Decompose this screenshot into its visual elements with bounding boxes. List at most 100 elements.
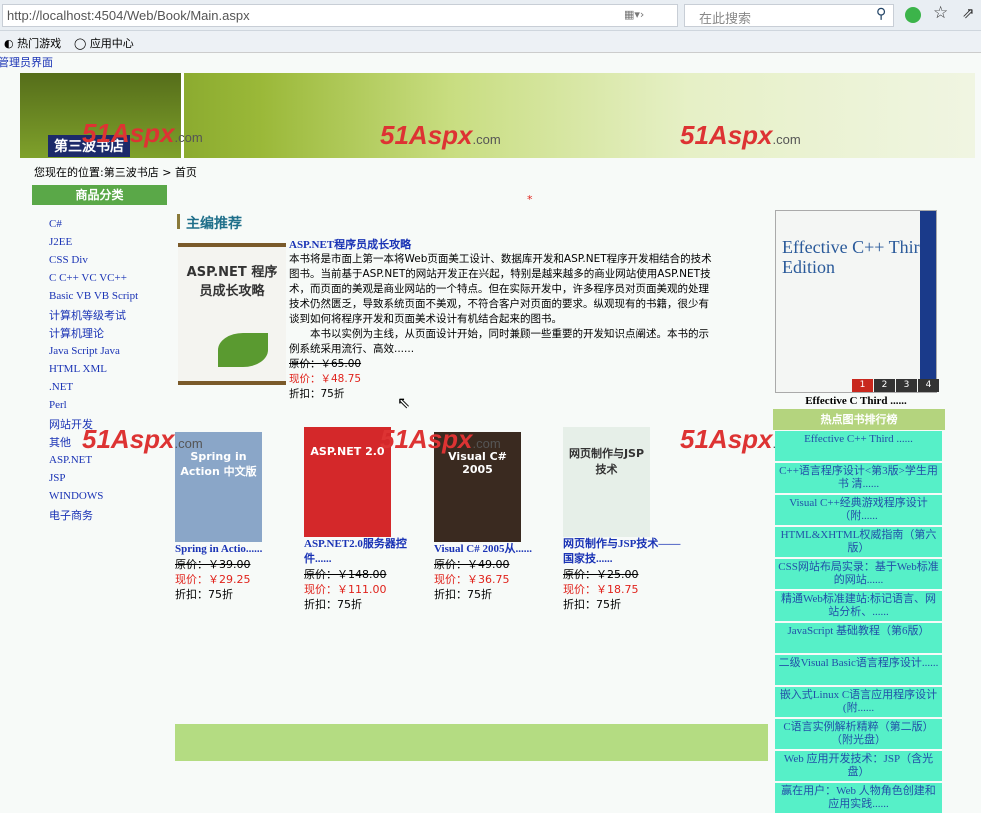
ranking-item[interactable]: Effective C++ Third ...... (775, 431, 942, 461)
category-link[interactable]: C# (49, 218, 62, 230)
bookmark-hot-games[interactable]: ◐ 热门游戏 (4, 35, 61, 51)
featured-cover[interactable]: ASP.NET 程序员成长攻略 (178, 243, 286, 385)
carousel-page-1[interactable]: 1 (852, 379, 873, 392)
current-price: 现价：￥29.25 (175, 573, 251, 586)
carousel-page-2[interactable]: 2 (874, 379, 895, 392)
category-link[interactable]: J2EE (49, 236, 72, 248)
featured-description-2: 本书以实例为主线，从页面设计开始，同时兼顾一些重要的开发知识点阐述。本书的示例系… (289, 328, 709, 355)
watermark: 51Aspx.com (380, 424, 501, 455)
ranking-item[interactable]: 嵌入式Linux C语言应用程序设计(附...... (775, 687, 942, 717)
ranking-item[interactable]: Visual C++经典游戏程序设计（附...... (775, 495, 942, 525)
book-title[interactable]: Visual C# 2005从...... (434, 542, 559, 557)
ranking-item[interactable]: 精通Web标准建站:标记语言、网站分析、...... (775, 591, 942, 621)
book-info: 网页制作与JSP技术——国家技...... 原价：￥25.00 现价：￥18.75 折… (563, 537, 688, 612)
category-link[interactable]: 电子商务 (49, 507, 93, 523)
address-bar[interactable]: http://localhost:4504/Web/Book/Main.aspx (2, 4, 678, 27)
browser-toolbar: http://localhost:4504/Web/Book/Main.aspx… (0, 0, 981, 31)
bookmark-label: 热门游戏 (17, 37, 62, 50)
category-link[interactable]: HTML XML (49, 363, 107, 375)
featured-description: 本书将是市面上第一本将Web页面美工设计、数据库开发和ASP.NET程序开发相结… (289, 253, 712, 325)
book-info: Visual C# 2005从...... 原价：￥49.00 现价：￥36.75 折… (434, 542, 559, 602)
carousel-cover-text: Effective C++ Third Edition (782, 237, 929, 277)
category-header: 商品分类 (32, 185, 167, 205)
section-marker (177, 214, 180, 229)
search-icon[interactable]: ⚲ (876, 6, 886, 22)
discount: 折扣：75折 (289, 388, 345, 400)
book-info: ASP.NET2.0服务器控件...... 原价：￥148.00 现价：￥111.0… (304, 537, 429, 612)
category-link[interactable]: Perl (49, 399, 67, 411)
watermark-text: 51Aspx (680, 120, 773, 150)
orig-price: 原价：￥39.00 (175, 558, 251, 571)
book-cover[interactable]: ASP.NET 2.0 (304, 427, 391, 537)
book-title[interactable]: ASP.NET2.0服务器控件...... (304, 537, 429, 567)
ranking-item[interactable]: 二级Visual Basic语言程序设计...... (775, 655, 942, 685)
carousel-page-3[interactable]: 3 (896, 379, 917, 392)
cover-text: 网页制作与JSP技术 (568, 447, 645, 476)
discount: 折扣：75折 (434, 588, 492, 601)
orig-price: 原价：￥49.00 (434, 558, 510, 571)
cover-text: ASP.NET 2.0 (310, 445, 385, 458)
category-link[interactable]: Java Script Java (49, 345, 120, 357)
carousel-image[interactable]: Effective C++ Third Edition (775, 210, 937, 393)
watermark-suffix: .com (772, 132, 801, 147)
bookmark-app-center[interactable]: ◯ 应用中心 (74, 35, 134, 51)
watermark-suffix: .com (472, 132, 501, 147)
category-link[interactable]: ASP.NET (49, 454, 92, 466)
footer-bar (175, 724, 768, 761)
watermark-text: 51Aspx (380, 424, 473, 454)
mouse-cursor: ⇖ (397, 393, 411, 412)
orig-price: 原价：￥25.00 (563, 568, 639, 581)
watermark: 51Aspx.com (380, 120, 501, 151)
carousel-pager: 1234 (852, 379, 940, 392)
watermark-suffix: .com (174, 436, 203, 451)
book-cover[interactable]: 网页制作与JSP技术 (563, 427, 650, 537)
ranking-item[interactable]: JavaScript 基础教程（第6版） (775, 623, 942, 653)
watermark-text: 51Aspx (380, 120, 473, 150)
book-title[interactable]: 网页制作与JSP技术——国家技...... (563, 537, 688, 567)
category-link[interactable]: CSS Div (49, 254, 88, 266)
discount: 折扣：75折 (175, 588, 233, 601)
carousel-page-4[interactable]: 4 (918, 379, 939, 392)
star-icon[interactable]: ☆ (933, 3, 948, 23)
watermark-suffix: .com (174, 130, 203, 145)
search-input[interactable]: 在此搜索 (684, 4, 894, 27)
ranking-item[interactable]: C语言实例解析精粹（第二版）（附光盘） (775, 719, 942, 749)
cover-text: ASP.NET 程序员成长攻略 (186, 265, 278, 299)
category-link[interactable]: C C++ VC VC++ (49, 272, 127, 284)
category-link[interactable]: WINDOWS (49, 490, 103, 502)
bookmark-label: 应用中心 (89, 37, 134, 50)
breadcrumb: 您现在的位置:第三波书店 > 首页 (34, 166, 197, 179)
watermark: 51Aspx.com (82, 424, 203, 455)
cover-spine (920, 211, 936, 392)
orig-price: 原价：￥65.00 (289, 358, 362, 370)
category-link[interactable]: Basic VB VB Script (49, 290, 138, 302)
orig-price: 原价：￥148.00 (304, 568, 387, 581)
ranking-item[interactable]: C++语言程序设计<第3版>学生用书 清...... (775, 463, 942, 493)
bookmarks-bar: ◐ 热门游戏 ◯ 应用中心 (0, 31, 981, 53)
book-title[interactable]: Spring in Actio...... (175, 542, 300, 557)
category-link[interactable]: 计算机理论 (49, 325, 104, 341)
watermark-suffix: .com (472, 436, 501, 451)
current-price: 现价：￥111.00 (304, 583, 387, 596)
carousel-caption[interactable]: Effective C Third ...... (775, 395, 937, 407)
category-link[interactable]: 计算机等级考试 (49, 307, 126, 323)
share-icon[interactable]: ⇗ (962, 4, 975, 22)
wechat-icon[interactable] (905, 7, 921, 23)
category-link[interactable]: .NET (49, 381, 73, 393)
category-link[interactable]: JSP (49, 472, 66, 484)
ranking-item[interactable]: Web 应用开发技术：JSP（含光盘） (775, 751, 942, 781)
category-link[interactable]: 其他 (49, 434, 71, 450)
admin-link[interactable]: 管理员界面 (0, 54, 53, 70)
leaf-image (218, 333, 268, 367)
qr-icon[interactable]: ▦▾› (624, 8, 644, 21)
asterisk: * (527, 193, 533, 206)
ranking-item[interactable]: CSS网站布局实录：基于Web标准的网站...... (775, 559, 942, 589)
book-info: Spring in Actio...... 原价：￥39.00 现价：￥29.25 折… (175, 542, 300, 602)
watermark: 51Aspx.com (680, 120, 801, 151)
ranking-item[interactable]: HTML&XHTML权威指南（第六版） (775, 527, 942, 557)
featured-info: ASP.NET程序员成长攻略 本书将是市面上第一本将Web页面美工设计、数据库开… (289, 236, 717, 402)
current-price: 现价：￥48.75 (289, 373, 362, 385)
section-title: 主编推荐 (186, 216, 242, 232)
featured-title[interactable]: ASP.NET程序员成长攻略 (289, 236, 717, 252)
ranking-item[interactable]: 赢在用户：Web 人物角色创建和应用实践...... (775, 783, 942, 813)
